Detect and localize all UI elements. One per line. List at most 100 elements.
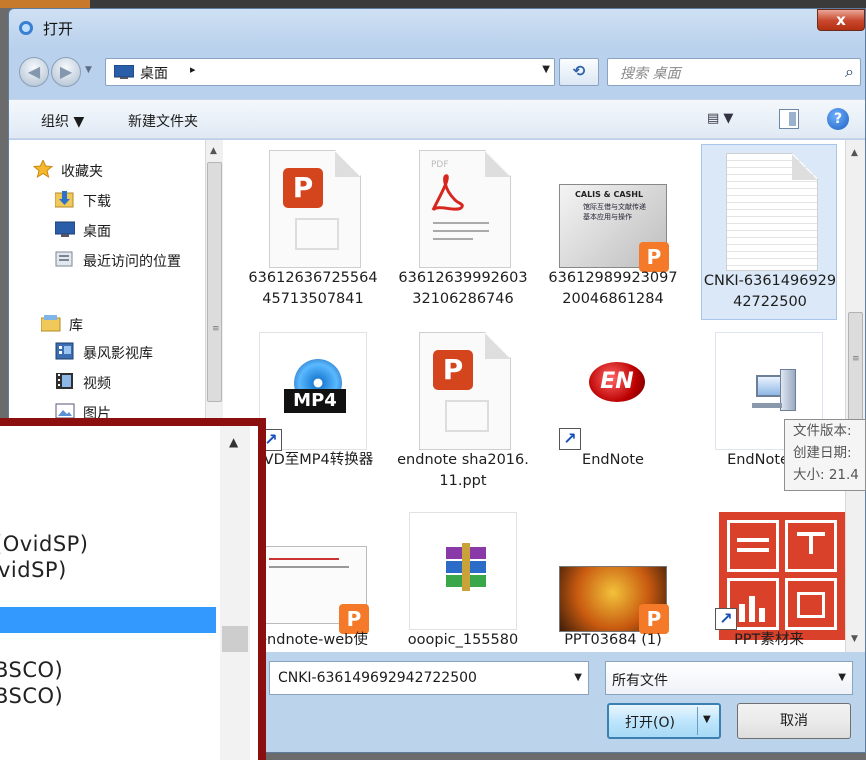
chevron-down-icon[interactable]: ▼ [838,672,846,683]
address-bar[interactable]: 桌面 ▸ ▼ [105,58,555,86]
file-name: PPT03684 (1) [564,632,662,648]
command-toolbar: 组织 ▼ 新建文件夹 ▤ ▼ ? [9,99,865,139]
file-name: EndNote [582,452,644,468]
endnote-shortcut-icon: EN ↗ [559,332,667,450]
download-folder-icon [55,191,74,208]
file-info-tooltip: 文件版本: 创建日期: 大小: 21.4 [784,419,866,491]
open-button[interactable]: 打开(O) ▼ [607,703,721,739]
file-name: CNKI-636149692942722500 [703,273,837,310]
overlay-database-list-panel: (OvidSP) vidSP) BSCO) BSCO) ▲ [0,418,266,760]
text-document-icon [716,153,824,271]
recent-locations-dropdown[interactable]: ▼ [85,65,92,75]
wps-presentation-icon: P [259,150,367,268]
file-item[interactable]: P 6361263672556445713507841 [245,142,381,318]
file-item[interactable]: CALIS & CASHL 馆际互借与文献传递 基本应用与操作 P 636129… [545,142,681,318]
chevron-down-icon[interactable]: ▼ [574,672,582,683]
scroll-up-icon[interactable]: ▲ [210,146,217,156]
file-item[interactable]: EN ↗ EndNote [545,324,681,500]
search-placeholder: 搜索 桌面 [620,66,681,82]
new-folder-button[interactable]: 新建文件夹 [128,111,198,131]
scroll-down-icon[interactable]: ▼ [851,634,858,644]
file-type-select[interactable]: 所有文件 ▼ [605,661,853,695]
list-item[interactable]: vidSP) [0,558,67,582]
navigation-bar: ◀ ▶ ▼ 桌面 ▸ ▼ ⟲ 搜索 桌面 ⌕ [9,55,865,89]
sidebar-item-label: 桌面 [83,224,111,240]
change-view-button[interactable]: ▤ ▼ [707,111,733,126]
file-type-value[interactable]: 所有文件 [612,670,668,690]
close-button[interactable]: x [817,9,865,31]
star-icon [33,160,53,178]
file-name: PPT素材来 [734,632,804,648]
desktop-icon [55,221,75,237]
title-bar: 打开 x [9,9,865,45]
scrollbar-thumb[interactable] [222,626,248,652]
tooltip-line: 文件版本: [793,423,852,439]
organize-menu-button[interactable]: 组织 ▼ [41,111,84,131]
sidebar-item-label: 最近访问的位置 [83,254,181,270]
sidebar-item-label: 下载 [83,194,111,210]
open-options-dropdown-icon[interactable]: ▼ [703,714,711,725]
filename-value[interactable]: CNKI-636149692942722500 [278,670,477,686]
scrollbar-grip-icon: ≡ [212,324,220,334]
library-icon [41,315,61,332]
file-name: endnote sha2016.11.ppt [397,452,529,489]
address-dropdown-icon[interactable]: ▼ [542,64,550,75]
winrar-archive-icon [409,512,517,630]
scroll-up-icon[interactable]: ▲ [851,148,858,158]
selected-list-item[interactable] [0,607,216,633]
background-tab [0,0,90,8]
file-item[interactable]: ↗ PPT素材来 [701,504,845,652]
breadcrumb-arrow-icon[interactable]: ▸ [190,63,196,76]
presentation-thumbnail-icon: P [259,512,369,634]
background-taskbar-strip [0,0,866,8]
file-item[interactable]: ooopic_155580 [395,504,531,652]
ppt-materials-shortcut-icon: ↗ [715,512,845,640]
pdf-icon: PDF [409,150,517,268]
dialog-icon [19,21,33,35]
dialog-title: 打开 [43,20,74,38]
forward-button[interactable]: ▶ [51,57,81,87]
tooltip-line: 大小: 21.4 [793,467,859,483]
tooltip-line: 创建日期: [793,445,852,461]
sidebar-item-label: 视频 [83,376,111,392]
search-input[interactable]: 搜索 桌面 ⌕ [607,58,861,86]
preview-pane-button[interactable] [779,109,799,129]
back-button[interactable]: ◀ [19,57,49,87]
desktop-icon [114,65,134,79]
search-icon[interactable]: ⌕ [845,62,854,82]
file-name: 6361263999260332106286746 [398,270,528,307]
mp4-converter-shortcut-icon: MP4 ↗ [259,332,367,451]
sidebar-item-label: 暴风影视库 [83,346,153,362]
help-button[interactable]: ? [827,108,849,130]
file-item[interactable]: PDF 6361263999260332106286746 [395,142,531,318]
file-list: P 6361263672556445713507841 PDF 63612639… [223,140,845,652]
cancel-button[interactable]: 取消 [737,703,851,739]
file-item[interactable]: P PPT03684 (1) [545,504,681,652]
file-list-scrollbar[interactable]: ▲ ≡ ▼ [845,140,865,652]
list-item[interactable]: BSCO) [0,684,63,708]
sidebar-item-label: 收藏夹 [61,164,103,180]
refresh-button[interactable]: ⟲ [559,58,599,86]
list-item[interactable]: BSCO) [0,658,63,682]
open-button-label[interactable]: 打开(O) [625,712,675,732]
file-item-selected[interactable]: CNKI-636149692942722500 [701,144,837,320]
file-item[interactable]: P endnote sha2016.11.ppt [395,324,531,500]
presentation-thumbnail-icon: P [559,512,669,634]
scroll-up-icon[interactable]: ▲ [229,435,238,449]
shortcut-arrow-icon: ↗ [715,608,737,630]
list-scrollbar[interactable]: ▲ [220,426,250,760]
address-location[interactable]: 桌面 [140,63,168,83]
file-name: 6361298992309720046861284 [548,270,678,307]
wps-presentation-icon: P [409,332,517,450]
sidebar-item-label: 库 [69,318,83,334]
recent-places-icon [55,251,73,267]
scrollbar-thumb[interactable] [848,312,863,422]
list-item[interactable]: (OvidSP) [0,532,89,556]
database-list: (OvidSP) vidSP) BSCO) BSCO) [0,426,220,760]
video-icon [56,373,73,389]
media-library-icon [55,342,74,360]
filename-input[interactable]: CNKI-636149692942722500 ▼ [269,661,589,695]
split-divider [697,707,698,735]
scrollbar-thumb[interactable] [207,162,222,402]
file-name: 6361263672556445713507841 [248,270,378,307]
